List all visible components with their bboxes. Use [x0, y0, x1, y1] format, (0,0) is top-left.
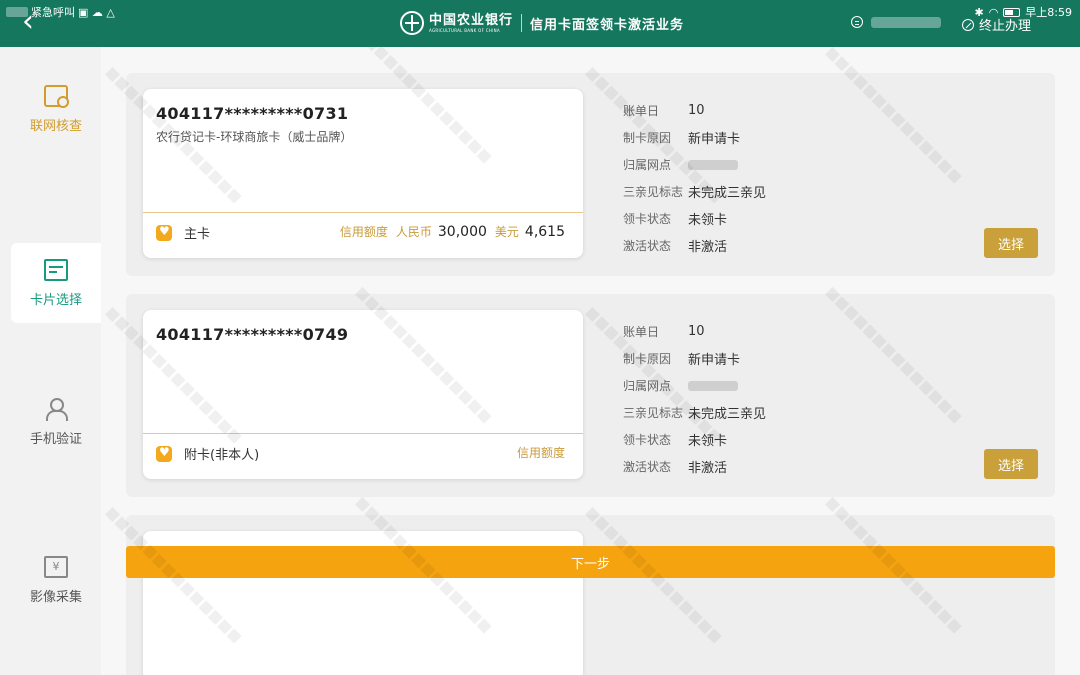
sidebar-item-image-capture[interactable]: ¥ 影像采集 [11, 540, 101, 620]
image-capture-icon: ¥ [44, 555, 68, 578]
credit-limit-label: 信用额度 [339, 225, 388, 239]
card-type-label: 主卡 [184, 227, 211, 242]
pickup-status-value: 未领卡 [688, 434, 728, 449]
pickup-status-label: 领卡状态 [623, 212, 672, 226]
stop-icon [962, 18, 974, 31]
reason-label: 制卡原因 [623, 131, 672, 145]
activate-status-label: 激活状态 [623, 460, 672, 474]
clock-text: 早上8:59 [1025, 6, 1072, 19]
select-button[interactable]: 选择 [984, 449, 1038, 479]
sidebar-item-label: 手机验证 [29, 431, 82, 447]
select-button[interactable]: 选择 [984, 228, 1038, 258]
card-number: 404117*********0749 [156, 325, 349, 344]
step-sidebar: 联网核查 卡片选择 手机验证 ¥ 影像采集 [0, 47, 101, 675]
activate-status-value: 非激活 [688, 461, 728, 476]
bill-day-value: 10 [688, 103, 705, 118]
card-number: 404117*********0731 [156, 104, 349, 123]
branch-label: 归属网点 [623, 158, 672, 172]
card-divider [143, 433, 583, 434]
credit-limit: 信用额度 人民币 30,000 美元 4,615 [340, 223, 565, 240]
heart-icon [156, 445, 172, 462]
user-info [851, 16, 941, 28]
bank-brand: 中国农业银行 AGRICULTURAL BANK OF CHINA 信用卡面签领… [400, 9, 684, 37]
sidebar-item-label: 卡片选择 [29, 292, 82, 308]
bill-day-label: 账单日 [623, 325, 660, 339]
card-select-icon [44, 258, 68, 281]
card-panel: 404117*********0749 附卡(非本人) 信用额度 账单日 10 制… [126, 294, 1055, 497]
credit-card[interactable]: 404117*********0749 附卡(非本人) 信用额度 [143, 310, 583, 479]
next-step-button[interactable]: 下一步 [126, 546, 1055, 578]
sidebar-item-card-select[interactable]: 卡片选择 [11, 243, 101, 323]
credit-card[interactable]: 404117*********0731 农行贷记卡-环球商旅卡（威士品牌） 主卡… [143, 89, 583, 258]
brand-divider [521, 14, 523, 32]
page-title: 信用卡面签领卡激活业务 [530, 17, 685, 33]
card-info: 账单日 10 制卡原因 新申请卡 归属网点 三亲见标志 未完成三亲见 领卡状态 未领卡 … [623, 97, 766, 259]
card-type-label: 附卡(非本人) [184, 448, 260, 463]
card-product-name: 农行贷记卡-环球商旅卡（威士品牌） [156, 130, 353, 144]
notification-icon: ▣ ☁ △ [78, 5, 115, 19]
back-icon[interactable]: ‹ [22, 7, 46, 37]
heart-icon [156, 224, 172, 241]
branch-value-redacted [688, 159, 738, 170]
sidebar-item-label: 影像采集 [29, 589, 82, 605]
bill-day-value: 10 [688, 324, 705, 339]
user-name-redacted [871, 16, 941, 28]
limit-rmb-value: 30,000 [437, 224, 487, 240]
phone-verify-icon [46, 397, 68, 421]
pickup-status-value: 未领卡 [688, 213, 728, 228]
sidebar-item-id-check[interactable]: 联网核查 [11, 69, 101, 149]
three-mark-value: 未完成三亲见 [688, 186, 767, 201]
credit-limit: 信用额度 [517, 444, 565, 461]
branch-value-redacted [688, 380, 738, 391]
three-mark-label: 三亲见标志 [623, 406, 684, 420]
end-process-label: 终止办理 [979, 19, 1032, 34]
bank-name-en: AGRICULTURAL BANK OF CHINA [429, 27, 500, 33]
three-mark-label: 三亲见标志 [623, 185, 684, 199]
bill-day-label: 账单日 [623, 104, 660, 118]
card-panel: 账单日10 [126, 515, 1055, 675]
abc-logo-icon [400, 11, 424, 35]
three-mark-value: 未完成三亲见 [688, 407, 767, 422]
bank-name-cn: 中国农业银行 [429, 12, 514, 28]
currency-rmb-label: 人民币 [395, 225, 432, 239]
credit-limit-label: 信用额度 [516, 446, 565, 460]
activate-status-label: 激活状态 [623, 239, 672, 253]
app-header: 紧急呼叫 ▣ ☁ △ ✱ ◠ 早上8:59 ‹ 中国农业银行 AGRICULTU… [0, 0, 1080, 47]
id-check-icon [44, 84, 69, 108]
card-panel: 404117*********0731 农行贷记卡-环球商旅卡（威士品牌） 主卡… [126, 73, 1055, 276]
currency-usd-label: 美元 [494, 225, 519, 239]
card-divider [143, 212, 583, 213]
reason-value: 新申请卡 [688, 353, 741, 368]
user-icon [851, 16, 863, 28]
reason-value: 新申请卡 [688, 132, 741, 147]
sidebar-item-phone-verify[interactable]: 手机验证 [11, 382, 101, 462]
limit-usd-value: 4,615 [524, 224, 565, 240]
pickup-status-label: 领卡状态 [623, 433, 672, 447]
sidebar-item-label: 联网核查 [29, 118, 82, 134]
reason-label: 制卡原因 [623, 352, 672, 366]
branch-label: 归属网点 [623, 379, 672, 393]
end-process-button[interactable]: 终止办理 [962, 15, 1031, 34]
card-info: 账单日 10 制卡原因 新申请卡 归属网点 三亲见标志 未完成三亲见 领卡状态 未领卡 … [623, 318, 766, 480]
activate-status-value: 非激活 [688, 240, 728, 255]
